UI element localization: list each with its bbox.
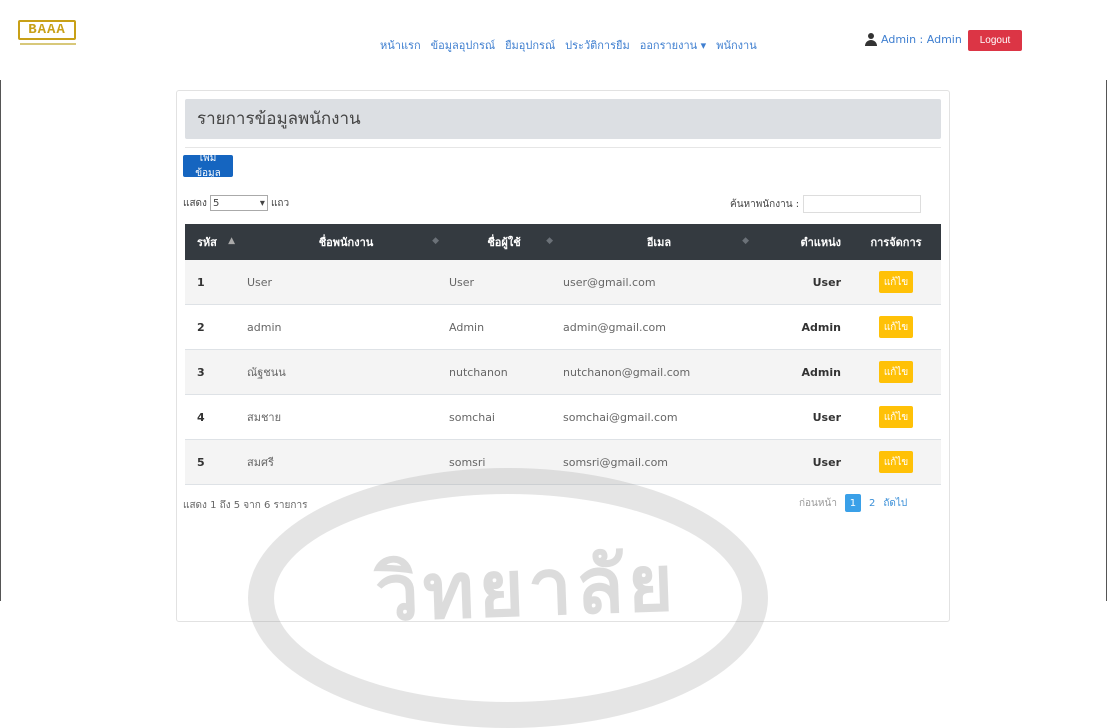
col-header-id[interactable]: รหัส ▲ [185,224,241,260]
cell-name: สมศรี [247,456,274,469]
divider [185,147,941,148]
cell-id: 4 [197,410,205,424]
col-header-role-label: ตำแหน่ง [800,236,841,249]
nav-item-employees[interactable]: พนักงาน [716,36,757,54]
nav-item-equipment[interactable]: ข้อมูลอุปกรณ์ [431,36,495,54]
pagination-next[interactable]: ถัดไป [883,496,907,511]
col-header-email-label: อีเมล [646,236,672,249]
logout-button[interactable]: Logout [968,30,1022,51]
cell-name: User [247,275,273,289]
cell-actions: แก้ไข [851,316,941,338]
col-header-username[interactable]: ชื่อผู้ใช้ ◆ [445,224,559,260]
edit-button[interactable]: แก้ไข [879,406,913,428]
cell-username: Admin [449,320,485,334]
edit-button[interactable]: แก้ไข [879,316,913,338]
pagination: ก่อนหน้า 1 2 ถัดไป [799,494,907,512]
page-length-control: แสดง 5 ▾ แถว [183,195,289,211]
table-row: 4 สมชาย somchai somchai@gmail.com User แ… [185,395,941,440]
cell-email: somsri@gmail.com [563,455,669,469]
cell-username: nutchanon [449,365,508,379]
sort-icon: ◆ [546,236,553,246]
col-header-actions: การจัดการ [851,224,941,260]
chevron-down-icon: ▾ [259,197,265,209]
table-row: 2 admin Admin admin@gmail.com Admin แก้ไ… [185,305,941,350]
nav-menu: หน้าแรก ข้อมูลอุปกรณ์ ยืมอุปกรณ์ ประวัติ… [380,36,757,54]
cell-email: somchai@gmail.com [563,410,678,424]
nav-item-reports[interactable]: ออกรายงาน ▾ [640,36,707,54]
pagination-prev[interactable]: ก่อนหน้า [799,496,837,511]
cell-id: 3 [197,365,205,379]
sort-icon: ◆ [432,236,439,246]
nav-item-home[interactable]: หน้าแรก [380,36,421,54]
cell-role: User [812,455,841,469]
cell-id: 2 [197,320,205,334]
page-title: รายการข้อมูลพนักงาน [185,99,941,139]
cell-username: User [449,275,475,289]
cell-actions: แก้ไข [851,361,941,383]
edit-button[interactable]: แก้ไข [879,451,913,473]
col-header-email[interactable]: อีเมล ◆ [559,224,755,260]
search-input[interactable] [803,195,922,213]
search-label: ค้นหาพนักงาน : [730,198,800,210]
sort-icon: ◆ [742,236,749,246]
cell-name: ณัฐชนน [247,366,286,379]
pagination-page-2[interactable]: 2 [869,498,875,509]
top-navbar: BAAA หน้าแรก ข้อมูลอุปกรณ์ ยืมอุปกรณ์ ปร… [0,0,1107,80]
col-header-username-label: ชื่อผู้ใช้ [487,236,521,249]
cell-actions: แก้ไข [851,451,941,473]
table-row: 3 ณัฐชนน nutchanon nutchanon@gmail.com A… [185,350,941,395]
table-header: รหัส ▲ ชื่อพนักงาน ◆ ชื่อผู้ใช้ ◆ อีเมล … [185,224,941,260]
cell-id: 1 [197,275,205,289]
table-info: แสดง 1 ถึง 5 จาก 6 รายการ [183,500,308,511]
cell-email: admin@gmail.com [563,320,667,334]
cell-actions: แก้ไข [851,406,941,428]
cell-role: User [812,275,841,289]
brand-logo[interactable]: BAAA [18,20,76,40]
col-header-name-label: ชื่อพนักงาน [318,236,374,249]
cell-role: User [812,410,841,424]
page-length-value: 5 [212,197,220,209]
show-prefix: แสดง [183,197,207,209]
window-border-left [0,0,1,601]
employee-table: รหัส ▲ ชื่อพนักงาน ◆ ชื่อผู้ใช้ ◆ อีเมล … [185,224,941,485]
watermark-text: วิทยาลัย [373,538,679,640]
cell-username: somchai [449,410,495,424]
nav-item-history[interactable]: ประวัติการยืม [565,36,630,54]
cell-role: Admin [801,320,841,334]
col-header-role[interactable]: ตำแหน่ง [755,224,851,260]
user-icon [865,33,877,46]
add-employee-button[interactable]: เพิ่มข้อมูล [183,153,233,179]
pagination-page-1[interactable]: 1 [844,494,861,512]
col-header-actions-label: การจัดการ [870,236,922,249]
cell-email: user@gmail.com [563,275,656,289]
current-user[interactable]: Admin : Admin [865,33,962,46]
show-suffix: แถว [270,197,290,209]
edit-button[interactable]: แก้ไข [879,271,913,293]
cell-username: somsri [449,455,486,469]
nav-item-borrow[interactable]: ยืมอุปกรณ์ [505,36,555,54]
col-header-id-label: รหัส [197,236,217,249]
brand-logo-underline [20,43,76,45]
search-control: ค้นหาพนักงาน : [730,195,922,213]
cell-id: 5 [197,455,205,469]
page-length-select[interactable]: 5 ▾ [209,195,268,211]
cell-actions: แก้ไข [851,271,941,293]
current-user-label: Admin : Admin [881,33,962,46]
edit-button[interactable]: แก้ไข [879,361,913,383]
table-row: 1 User User user@gmail.com User แก้ไข [185,260,941,305]
col-header-name[interactable]: ชื่อพนักงาน ◆ [241,224,445,260]
sort-asc-icon: ▲ [228,236,235,246]
cell-name: สมชาย [247,411,282,424]
cell-role: Admin [801,365,841,379]
cell-name: admin [247,320,282,334]
cell-email: nutchanon@gmail.com [563,365,691,379]
